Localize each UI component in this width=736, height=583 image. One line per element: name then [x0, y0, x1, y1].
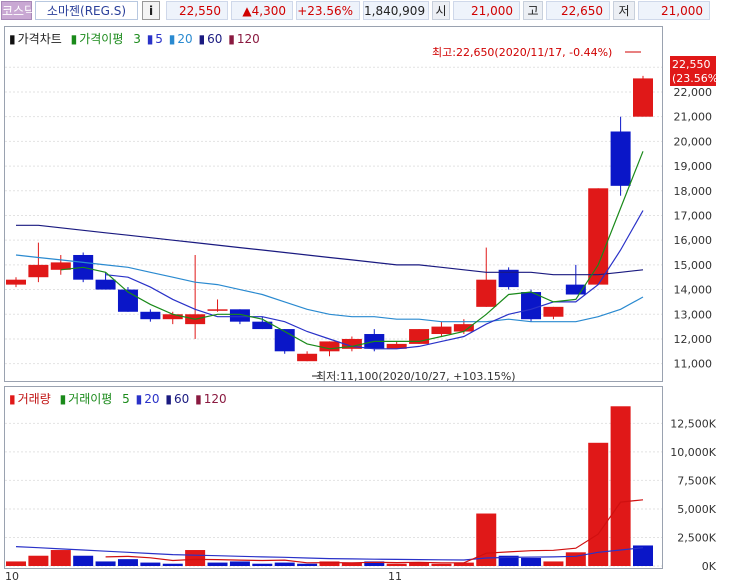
volume-ma20-line	[15, 546, 644, 561]
volume-bar	[185, 550, 206, 566]
volume-bar	[28, 555, 49, 566]
volume-bar	[162, 563, 183, 566]
volume-tick-label: 12,500K	[670, 417, 716, 430]
x-label-nov: 11	[388, 570, 402, 583]
volume-tick-label: 2,500K	[677, 531, 716, 544]
volume-bar	[140, 562, 161, 566]
price-ma60-line	[16, 224, 644, 276]
volume-bar	[117, 559, 138, 566]
candle-body	[610, 131, 631, 186]
volume-bar	[274, 562, 295, 566]
volume-bar	[543, 561, 564, 566]
candle-body	[543, 306, 564, 317]
price-tick-label: 20,000	[674, 135, 713, 148]
volume-bar	[252, 563, 273, 566]
candle-body	[476, 279, 497, 307]
volume-bar	[50, 550, 71, 566]
candle-body	[95, 279, 116, 290]
volume-tick-label: 10,000K	[670, 446, 716, 459]
candle-body	[453, 324, 474, 332]
volume-bar	[95, 561, 116, 566]
candle-body	[588, 188, 609, 285]
current-pct-tag: (23.56%)	[672, 72, 723, 85]
price-tick-label: 11,000	[674, 358, 713, 371]
volume-tick-label: 5,000K	[677, 503, 716, 516]
chart-canvas: 11,000 12,000 13,000 14,000 15,000 16,000 17,0…	[5, 46, 723, 583]
price-tick-label: 22,000	[674, 86, 713, 99]
candle-body	[162, 314, 183, 320]
volume-bar	[588, 442, 609, 566]
price-tick-label: 16,000	[674, 234, 713, 247]
candle-body	[140, 311, 161, 320]
price-tick-label: 18,000	[674, 185, 713, 198]
candle-body	[633, 78, 653, 117]
volume-bar	[6, 561, 26, 566]
candle-body	[297, 353, 318, 362]
high-annotation: 최고:22,650(2020/11/17, -0.44%)	[432, 46, 612, 59]
candle-body	[521, 292, 542, 320]
x-label-oct: 10	[5, 570, 19, 583]
volume-bar	[73, 555, 94, 566]
candle-body	[6, 279, 26, 285]
volume-bar	[431, 563, 452, 566]
volume-bar	[610, 406, 631, 566]
volume-tick-label: 7,500K	[677, 474, 716, 487]
price-tick-label: 13,000	[674, 308, 713, 321]
low-annotation: 최저:11,100(2020/10/27, +103.15%)	[316, 370, 516, 383]
candle-body	[319, 341, 340, 352]
candle-body	[28, 264, 49, 278]
volume-bar	[229, 561, 250, 566]
volume-bar	[565, 552, 586, 566]
volume-bar	[409, 562, 430, 566]
candle-body	[274, 329, 295, 352]
candle-body	[431, 326, 452, 335]
current-price-tag: 22,550	[672, 58, 711, 71]
price-tick-label: 19,000	[674, 160, 713, 173]
price-tick-label: 15,000	[674, 259, 713, 272]
volume-bar	[386, 563, 407, 566]
price-tick-label: 21,000	[674, 111, 713, 124]
volume-bar	[207, 562, 228, 566]
volume-bar	[521, 558, 542, 566]
candle-body	[207, 309, 228, 311]
price-tick-label: 12,000	[674, 333, 713, 346]
price-tick-label: 17,000	[674, 209, 713, 222]
volume-tick-label: 0K	[702, 560, 717, 573]
price-tick-label: 14,000	[674, 284, 713, 297]
candle-body	[117, 289, 138, 312]
volume-bar	[297, 563, 318, 566]
